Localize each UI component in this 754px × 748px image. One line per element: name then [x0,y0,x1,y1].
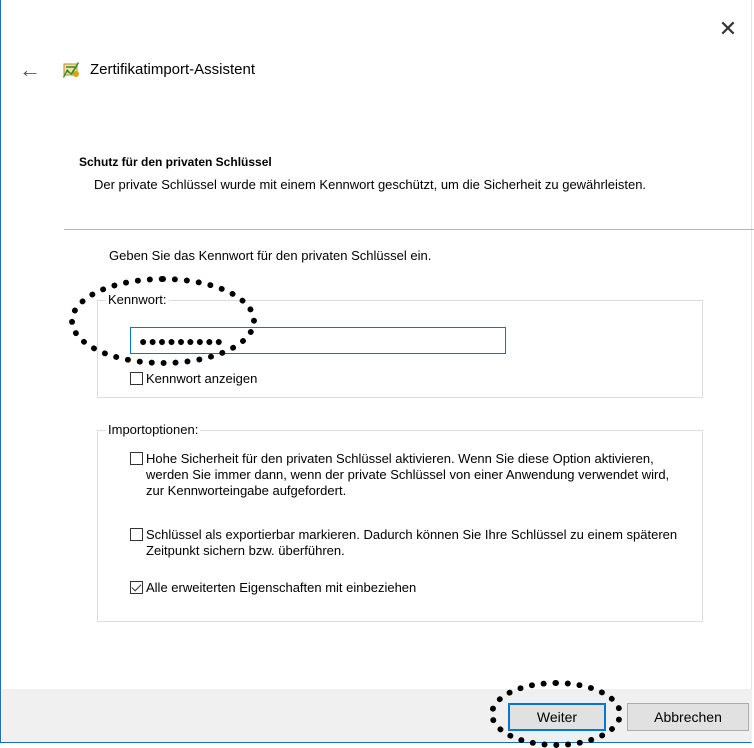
show-password-checkbox[interactable] [130,372,143,385]
wizard-window: ✕ ← Zertifikatimport-Assistent Schutz fü… [0,0,754,748]
instruction-text: Geben Sie das Kennwort für den privaten … [109,248,432,263]
next-annotation-circle [489,680,623,748]
import-options-label: Importoptionen: [106,422,201,437]
certificate-wizard-icon [63,62,79,78]
option-extended-properties[interactable]: Alle erweiterten Eigenschaften mit einbe… [130,580,690,596]
show-password-row[interactable]: Kennwort anzeigen [130,371,257,387]
back-arrow-icon: ← [19,57,41,82]
section-description: Der private Schlüssel wurde mit einem Ke… [94,177,647,192]
close-icon: ✕ [718,16,738,41]
option-high-security[interactable]: Hohe Sicherheit für den privaten Schlüss… [130,451,690,499]
extended-properties-checkbox[interactable] [130,581,143,594]
high-security-checkbox[interactable] [130,452,143,465]
close-button[interactable]: ✕ [705,14,751,44]
show-password-label: Kennwort anzeigen [146,371,258,386]
wizard-title: Zertifikatimport-Assistent [90,61,256,78]
header-separator [64,229,754,230]
section-title: Schutz für den privaten Schlüssel [79,155,272,169]
exportable-label: Schlüssel als exportierbar markieren. Da… [146,527,678,558]
exportable-checkbox[interactable] [130,528,143,541]
high-security-label: Hohe Sicherheit für den privaten Schlüss… [146,451,670,498]
option-exportable[interactable]: Schlüssel als exportierbar markieren. Da… [130,527,690,559]
password-annotation-circle [69,276,257,366]
extended-properties-label: Alle erweiterten Eigenschaften mit einbe… [146,580,417,595]
back-button[interactable]: ← [19,57,41,83]
cancel-button[interactable]: Abbrechen [627,703,749,731]
